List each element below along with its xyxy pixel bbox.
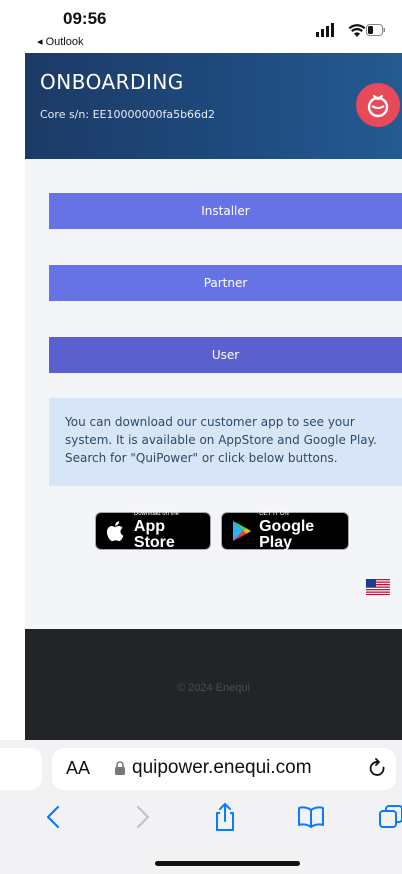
book-icon (298, 806, 324, 828)
tabs-icon (379, 805, 402, 828)
back-button[interactable] (38, 802, 68, 832)
copyright-text: © 2024 Enequi (177, 682, 250, 694)
app-store-small-label: Download on the (133, 511, 179, 517)
google-play-label: Google Play (259, 518, 315, 551)
google-play-small-label: GET IT ON (259, 511, 289, 517)
safari-bottom-bar: AA quipower.enequi.com (0, 740, 402, 874)
forward-button[interactable] (128, 802, 158, 832)
back-to-app-link[interactable]: ◂ Outlook (37, 35, 84, 48)
signal-icon (316, 23, 334, 37)
enequi-logo-icon (356, 83, 400, 127)
user-button[interactable]: User (49, 337, 402, 373)
reload-icon[interactable] (368, 758, 388, 780)
app-store-button[interactable]: Download on the App Store (95, 511, 211, 551)
google-play-icon (230, 519, 253, 543)
installer-button[interactable]: Installer (49, 193, 402, 229)
partner-button[interactable]: Partner (49, 265, 402, 301)
core-serial-number: Core s/n: EE10000000fa5b66d2 (40, 108, 216, 121)
app-store-label: App Store (133, 518, 175, 551)
address-bar[interactable]: AA quipower.enequi.com (52, 748, 396, 790)
status-icons (316, 23, 385, 37)
app-download-info: You can download our customer app to see… (49, 398, 402, 486)
tabs-button[interactable] (376, 802, 402, 832)
apple-icon (104, 519, 128, 543)
main-content: Installer Partner User You can download … (25, 159, 402, 629)
status-bar: 09:56 ◂ Outlook (0, 0, 402, 53)
share-icon (216, 803, 234, 831)
onboarding-header: ONBOARDING Core s/n: EE10000000fa5b66d2 (25, 53, 402, 159)
page-footer: © 2024 Enequi (25, 629, 402, 740)
chevron-right-icon (136, 805, 150, 829)
share-button[interactable] (210, 802, 240, 832)
url-text[interactable]: quipower.enequi.com (132, 757, 312, 779)
previous-tab-preview[interactable] (0, 748, 42, 790)
status-time: 09:56 (63, 9, 107, 28)
home-indicator[interactable] (155, 861, 300, 866)
page-title: ONBOARDING (40, 70, 184, 94)
bookmarks-button[interactable] (296, 802, 326, 832)
us-flag-icon[interactable] (366, 579, 390, 595)
google-play-button[interactable]: GET IT ON Google Play (221, 511, 349, 551)
battery-icon (366, 24, 385, 36)
wifi-icon (348, 24, 366, 37)
reader-settings-button[interactable]: AA (66, 758, 90, 779)
chevron-left-icon (46, 805, 60, 829)
lock-icon (115, 761, 125, 775)
